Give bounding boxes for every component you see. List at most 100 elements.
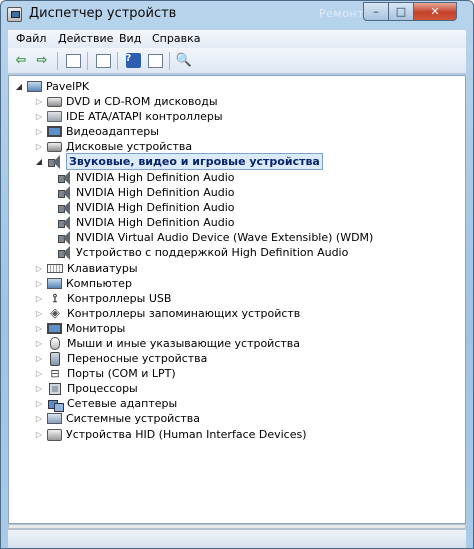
expand-arrow-icon[interactable]: ▷	[33, 351, 45, 366]
status-bar	[8, 529, 466, 548]
expand-arrow-icon[interactable]: ▷	[33, 94, 45, 109]
tree-item[interactable]: ▷ Процессоры	[33, 381, 138, 396]
expand-arrow-icon[interactable]: ▷	[33, 139, 45, 154]
tree-child-item[interactable]: NVIDIA Virtual Audio Device (Wave Extens…	[55, 230, 373, 245]
tree-child-label: NVIDIA Virtual Audio Device (Wave Extens…	[76, 231, 374, 244]
tree-child-label: NVIDIA High Definition Audio	[76, 201, 235, 214]
audio-device-icon	[57, 230, 72, 245]
tree-item[interactable]: ▷ ⟟ Контроллеры USB	[33, 291, 172, 306]
tree-item-label: Мыши и иные указывающие устройства	[67, 337, 301, 350]
audio-device-icon	[57, 185, 72, 200]
tree-item[interactable]: ▷ ◈ Контроллеры запоминающих устройств	[33, 306, 300, 321]
audio-device-icon	[57, 170, 72, 185]
system-device-icon	[47, 413, 62, 424]
tree-root[interactable]: ◢ PavelPK	[13, 79, 89, 94]
expand-arrow-icon[interactable]: ▷	[33, 306, 45, 321]
tree-child-label: NVIDIA High Definition Audio	[76, 216, 235, 229]
expand-arrow-icon[interactable]: ▷	[33, 427, 45, 442]
expand-arrow-icon[interactable]: ▷	[33, 396, 45, 411]
help-icon[interactable]: ?	[124, 52, 142, 69]
properties-icon[interactable]	[94, 52, 112, 69]
expand-arrow-icon[interactable]: ▷	[33, 366, 45, 381]
keyboard-icon	[47, 264, 63, 273]
menu-file[interactable]: Файл	[16, 32, 46, 45]
collapse-arrow-icon[interactable]: ◢	[33, 154, 45, 169]
tree-child-item[interactable]: NVIDIA High Definition Audio	[55, 215, 235, 230]
tree-item[interactable]: ▷ IDE ATA/ATAPI контроллеры	[33, 109, 223, 124]
network-adapter-icon	[47, 398, 64, 412]
expand-arrow-icon[interactable]: ▷	[33, 381, 45, 396]
tree-item[interactable]: ▷ Дисковые устройства	[33, 139, 192, 154]
tree-child-item[interactable]: Устройство с поддержкой High Definition …	[55, 245, 348, 260]
scan-hardware-icon[interactable]: 🔍	[175, 52, 193, 69]
tree-item[interactable]: ▷ Сетевые адаптеры	[33, 396, 178, 412]
tree-item-label: Звуковые, видео и игровые устройства	[66, 153, 323, 170]
tree-item-label: Сетевые адаптеры	[67, 397, 178, 410]
device-manager-icon	[7, 7, 22, 22]
audio-device-icon	[57, 215, 72, 230]
tree-item[interactable]: ▷ DVD и CD-ROM дисководы	[33, 94, 218, 109]
display-adapter-icon	[47, 126, 62, 137]
tree-item[interactable]: ▷ Устройства HID (Human Interface Device…	[33, 427, 307, 442]
tree-item[interactable]: ▷ ⊟ Порты (COM и LPT)	[33, 366, 176, 381]
collapse-arrow-icon[interactable]: ◢	[13, 79, 25, 94]
toolbar-separator	[117, 52, 118, 70]
tree-item-label: Клавиатуры	[67, 262, 138, 275]
show-hide-tree-icon[interactable]	[64, 52, 82, 69]
portable-device-icon	[50, 351, 60, 366]
expand-arrow-icon[interactable]: ▷	[33, 321, 45, 336]
tree-item[interactable]: ▷ Клавиатуры	[33, 261, 138, 276]
tree-item-label: Контроллеры запоминающих устройств	[67, 307, 301, 320]
port-icon: ⊟	[50, 367, 60, 380]
tree-item-label: Контроллеры USB	[67, 292, 172, 305]
device-tree[interactable]: ◢ PavelPK ▷ DVD и CD-ROM дисководы ▷ IDE…	[8, 75, 466, 524]
tree-root-label: PavelPK	[46, 80, 90, 93]
tree-item[interactable]: ▷ Системные устройства	[33, 411, 200, 426]
tree-item-label: Порты (COM и LPT)	[67, 367, 176, 380]
tree-item-sound-selected[interactable]: ◢ Звуковые, видео и игровые устройства	[33, 153, 323, 170]
view-icon[interactable]	[146, 52, 164, 69]
computer-icon	[27, 81, 42, 92]
monitor-icon	[47, 323, 62, 334]
tree-item[interactable]: ▷ Переносные устройства	[33, 351, 207, 366]
tree-item-label: IDE ATA/ATAPI контроллеры	[66, 110, 223, 123]
expand-arrow-icon[interactable]: ▷	[33, 124, 45, 139]
expand-arrow-icon[interactable]: ▷	[33, 109, 45, 124]
title-bar[interactable]: Диспетчер устройств Ремонт ПК – □ ✕	[1, 1, 473, 28]
hid-icon	[47, 428, 62, 441]
close-button[interactable]: ✕	[413, 2, 457, 21]
tree-child-item[interactable]: NVIDIA High Definition Audio	[55, 200, 235, 215]
tree-item-label: Мониторы	[66, 322, 126, 335]
tree-item[interactable]: ▷ Мыши и иные указывающие устройства	[33, 336, 300, 351]
expand-arrow-icon[interactable]: ▷	[33, 411, 45, 426]
expand-arrow-icon[interactable]: ▷	[33, 276, 45, 291]
help-glyph: ?	[125, 53, 141, 68]
dvd-drive-icon	[47, 96, 62, 107]
storage-controller-icon: ◈	[50, 306, 60, 321]
toolbar-separator	[57, 52, 58, 70]
minimize-button[interactable]: –	[363, 2, 389, 21]
audio-device-icon	[57, 200, 72, 215]
back-arrow-icon[interactable]: ⇦	[12, 52, 30, 69]
expand-arrow-icon[interactable]: ▷	[33, 291, 45, 306]
menu-action[interactable]: Действие	[58, 32, 113, 45]
expand-arrow-icon[interactable]: ▷	[33, 261, 45, 276]
forward-arrow-icon[interactable]: ⇨	[33, 52, 51, 69]
menu-help[interactable]: Справка	[152, 32, 200, 45]
tree-item-label: Видеоадаптеры	[66, 125, 159, 138]
tree-child-item[interactable]: NVIDIA High Definition Audio	[55, 185, 235, 200]
tree-item[interactable]: ▷ Видеоадаптеры	[33, 124, 159, 139]
tree-item[interactable]: ▷ Компьютер	[33, 276, 132, 291]
mouse-icon	[50, 337, 60, 350]
expand-arrow-icon[interactable]: ▷	[33, 336, 45, 351]
tree-item-label: Системные устройства	[66, 412, 200, 425]
processor-icon	[49, 382, 61, 395]
window-title: Диспетчер устройств	[29, 6, 177, 21]
tree-item[interactable]: ▷ Мониторы	[33, 321, 125, 336]
tree-child-label: Устройство с поддержкой High Definition …	[76, 246, 349, 259]
properties-glyph	[95, 53, 111, 68]
show-hide-tree-glyph	[65, 53, 81, 68]
maximize-button[interactable]: □	[388, 2, 414, 21]
tree-child-item[interactable]: NVIDIA High Definition Audio	[55, 170, 235, 185]
menu-view[interactable]: Вид	[119, 32, 141, 45]
